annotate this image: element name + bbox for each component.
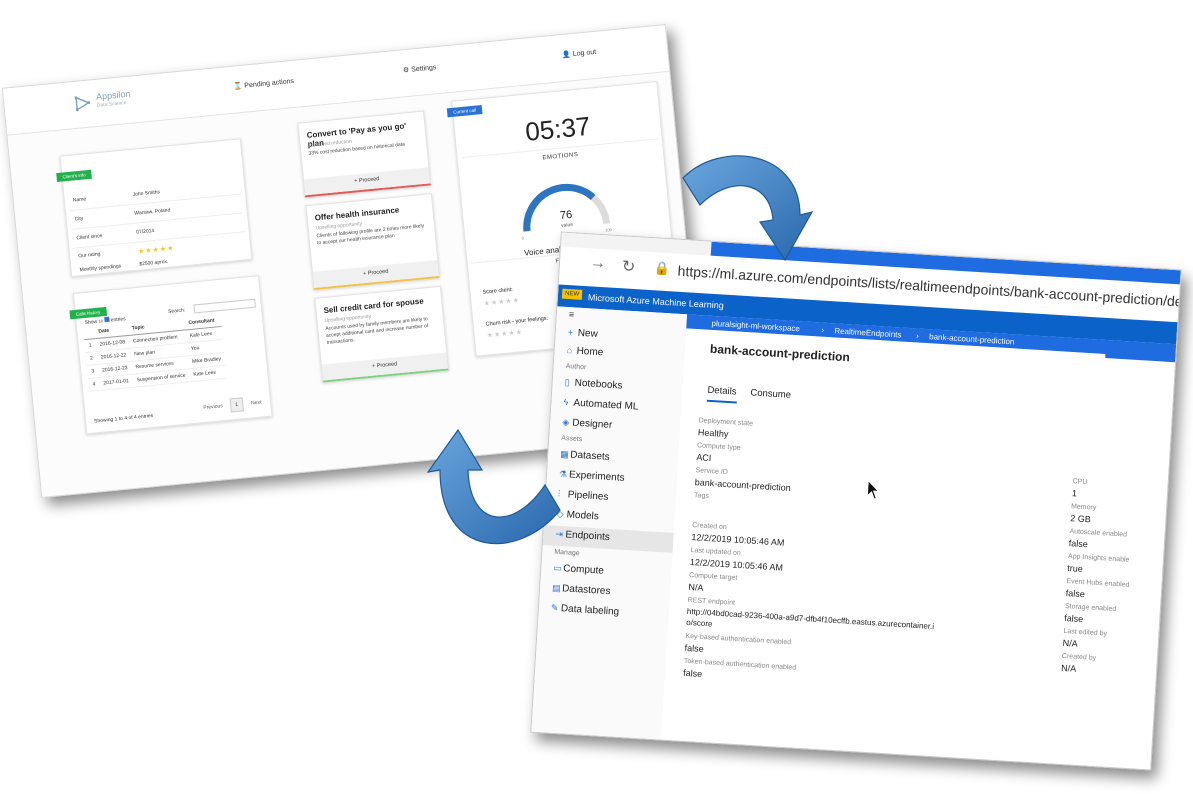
arrow-left-up-icon [426,428,561,545]
cycle-arrows [426,155,814,545]
arrow-right-down-icon [682,155,814,262]
